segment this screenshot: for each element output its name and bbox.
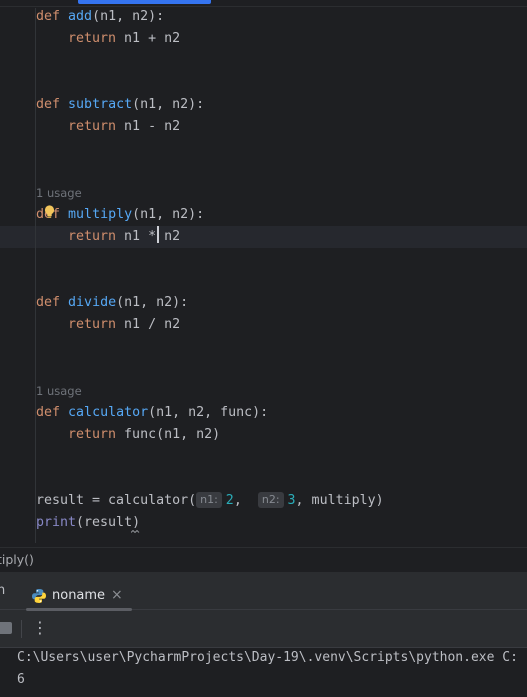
- breadcrumb-bar: tiply(): [0, 547, 527, 572]
- inlay-hint-n2: n2:: [257, 492, 284, 508]
- tab-previous-partial[interactable]: n: [0, 583, 5, 598]
- code-line-print[interactable]: print(result): [36, 512, 140, 534]
- inlay-hint-n1: n1:: [196, 492, 222, 508]
- code-editor[interactable]: def add(n1, n2): return n1 + n2 def subt…: [0, 0, 527, 547]
- code-line-result[interactable]: result = calculator(n1: 2, n2: 3, multiply…: [36, 490, 384, 512]
- console-output[interactable]: C:\Users\user\PycharmProjects\Day-19\.ve…: [0, 648, 527, 697]
- scroll-tab-indicator: [78, 0, 211, 4]
- usage-hint-calculator[interactable]: 1 usage: [36, 384, 82, 398]
- code-line-divide-def[interactable]: def divide(n1, n2):: [36, 292, 188, 314]
- indent-guide: [35, 8, 36, 543]
- code-line-add-def[interactable]: def add(n1, n2):: [36, 6, 164, 28]
- console-line: 6: [17, 672, 25, 687]
- lightbulb-icon[interactable]: [44, 205, 55, 219]
- toolbar-separator: [21, 620, 22, 638]
- code-line-calculator-def[interactable]: def calculator(n1, n2, func):: [36, 402, 268, 424]
- run-tab-row: n noname ×: [0, 572, 527, 611]
- usage-hint-multiply[interactable]: 1 usage: [36, 186, 82, 200]
- tab-noname[interactable]: noname ×: [26, 576, 132, 611]
- stop-button[interactable]: [0, 622, 12, 634]
- code-line-add-return[interactable]: return n1 + n2: [36, 28, 180, 50]
- console-line: C:\Users\user\PycharmProjects\Day-19\.ve…: [17, 650, 518, 665]
- code-line-subtract-def[interactable]: def subtract(n1, n2):: [36, 94, 204, 116]
- code-line-multiply-def[interactable]: def multiply(n1, n2):: [36, 204, 204, 226]
- warning-squiggle: [131, 530, 140, 533]
- run-toolbar: ⋮: [0, 610, 527, 648]
- python-icon: [32, 589, 46, 603]
- run-panel: n noname × ⋮ C:\Users\user\PycharmProjec…: [0, 572, 527, 697]
- breadcrumb[interactable]: tiply(): [0, 552, 34, 567]
- close-icon[interactable]: ×: [111, 587, 123, 603]
- code-line-multiply-return[interactable]: return n1 * n2: [36, 226, 180, 248]
- tab-label: noname: [52, 588, 106, 603]
- more-options-icon[interactable]: ⋮: [32, 617, 48, 639]
- code-line-calculator-return[interactable]: return func(n1, n2): [36, 424, 220, 446]
- code-line-divide-return[interactable]: return n1 / n2: [36, 314, 180, 336]
- code-line-subtract-return[interactable]: return n1 - n2: [36, 116, 180, 138]
